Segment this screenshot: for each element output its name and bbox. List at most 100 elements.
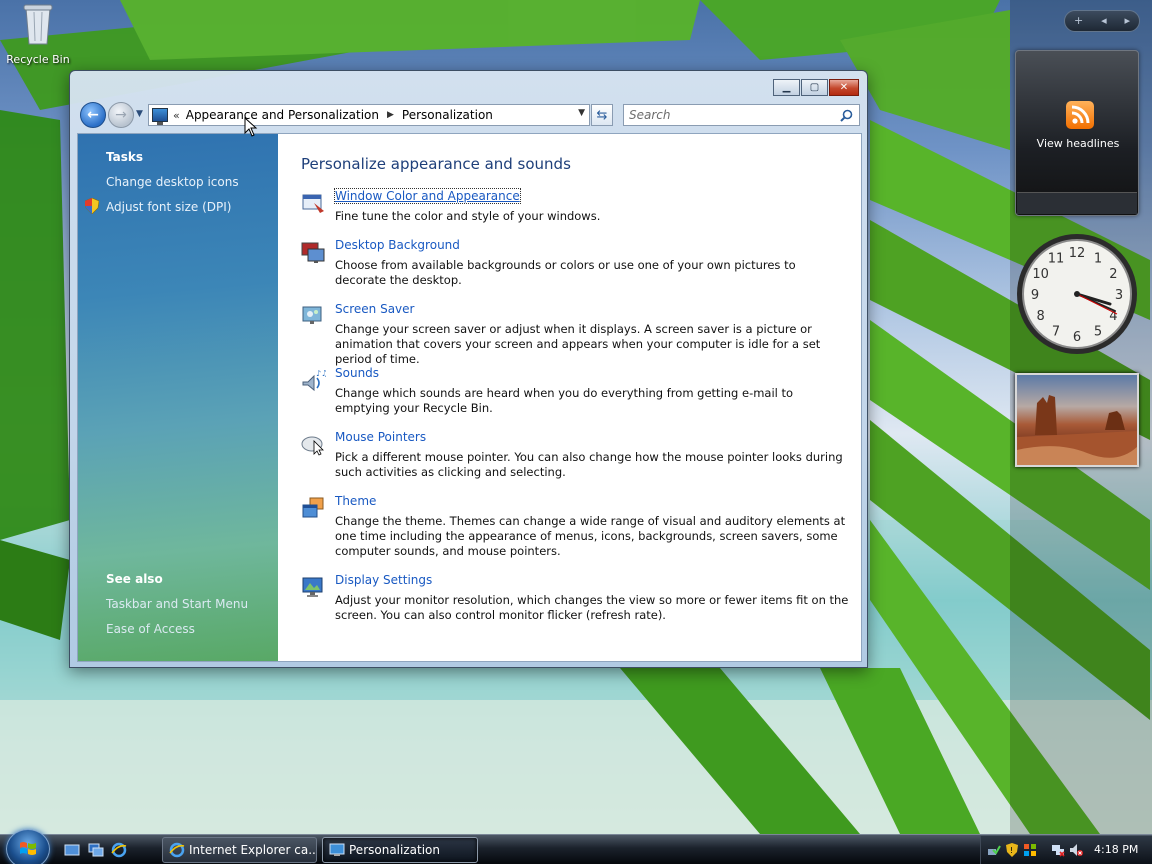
address-dropdown-icon[interactable]: ▼ — [578, 108, 585, 118]
uac-shield-icon — [85, 198, 99, 214]
task-change-desktop-icons[interactable]: Change desktop icons — [106, 175, 239, 189]
taskbar: Internet Explorer ca... Personalization … — [0, 829, 1152, 864]
mouse-cursor-icon — [244, 117, 258, 137]
desktop-background-link[interactable]: Desktop Background — [335, 238, 460, 252]
refresh-button[interactable]: ⇆ — [591, 104, 613, 126]
taskbar-button-personalization[interactable]: Personalization — [322, 837, 478, 863]
volume-muted-icon[interactable] — [1069, 843, 1083, 857]
feed-headlines-gadget[interactable]: View headlines — [1015, 50, 1139, 216]
forward-arrow-icon: → — [115, 107, 127, 123]
display-settings-link[interactable]: Display Settings — [335, 573, 432, 587]
task-pane: Tasks Change desktop icons Adjust font s… — [78, 134, 278, 661]
clock-numeral: 6 — [1073, 330, 1081, 345]
clock-numeral: 12 — [1069, 246, 1086, 261]
windows-defender-icon[interactable] — [1023, 843, 1037, 857]
maximize-button[interactable]: ▢ — [801, 79, 828, 96]
monument-valley-photo — [1017, 395, 1137, 465]
window-color-and-appearance-link[interactable]: Window Color and Appearance — [334, 188, 521, 204]
internet-explorer-quicklaunch-icon[interactable] — [111, 842, 127, 858]
taskbar-button-internet-explorer[interactable]: Internet Explorer ca... — [162, 837, 317, 863]
notification-area: ! 4:18 PM — [980, 836, 1152, 864]
recycle-bin-icon — [23, 4, 53, 45]
slideshow-gadget[interactable] — [1015, 373, 1139, 467]
svg-text:!: ! — [1010, 846, 1013, 855]
clock-numeral: 10 — [1032, 267, 1049, 282]
recent-pages-dropdown[interactable]: ▼ — [136, 109, 146, 119]
clock-numeral: 1 — [1094, 252, 1102, 267]
desktop-background-icon — [301, 242, 325, 263]
add-gadget-button[interactable]: + — [1074, 11, 1083, 31]
breadcrumb-appearance-and-personalization[interactable]: Appearance and Personalization — [186, 108, 379, 122]
page-title: Personalize appearance and sounds — [301, 155, 571, 173]
taskbar-button-label: Personalization — [349, 843, 440, 857]
minimize-button[interactable]: ▁ — [773, 79, 800, 96]
recycle-bin-desktop-icon[interactable]: Recycle Bin — [4, 2, 72, 66]
window-color-and-appearance-description: Fine tune the color and style of your wi… — [335, 209, 601, 223]
clock-numeral: 7 — [1052, 324, 1060, 339]
clock-numeral: 5 — [1094, 324, 1102, 339]
clock-numeral: 8 — [1036, 309, 1044, 324]
desktop-background-description: Choose from available backgrounds or col… — [335, 258, 796, 287]
screen-saver-description: Change your screen saver or adjust when … — [335, 322, 821, 366]
close-button[interactable]: ✕ — [829, 79, 859, 96]
gadget-next-button[interactable]: ▸ — [1125, 11, 1131, 31]
navigation-bar: ← → ▼ « Appearance and Personalization ▶… — [78, 101, 860, 128]
breadcrumb-separator-icon[interactable]: ▶ — [387, 110, 394, 120]
window-color-icon — [302, 194, 324, 213]
task-adjust-font-size[interactable]: Adjust font size (DPI) — [106, 200, 231, 214]
view-headlines-label: View headlines — [1036, 137, 1120, 150]
refresh-icon: ⇆ — [596, 107, 608, 123]
back-button[interactable]: ← — [80, 102, 106, 128]
search-input[interactable] — [629, 108, 829, 122]
network-disconnected-icon[interactable] — [1051, 843, 1065, 857]
main-pane: Personalize appearance and sounds Window… — [278, 134, 861, 661]
screen-saver-link[interactable]: Screen Saver — [335, 302, 414, 316]
back-arrow-icon: ← — [87, 107, 99, 123]
sounds-icon: ♪♫ — [302, 369, 326, 392]
mouse-pointers-link[interactable]: Mouse Pointers — [335, 430, 426, 444]
theme-link[interactable]: Theme — [335, 494, 376, 508]
caption-buttons: ▁ ▢ ✕ — [773, 79, 859, 96]
feed-gadget-footer — [1017, 192, 1137, 214]
mouse-pointers-description: Pick a different mouse pointer. You can … — [335, 450, 843, 479]
svg-text:♪♫: ♪♫ — [316, 369, 326, 378]
security-shield-icon[interactable]: ! — [1005, 843, 1019, 857]
content-area: Tasks Change desktop icons Adjust font s… — [77, 133, 862, 662]
sounds-link[interactable]: Sounds — [335, 366, 379, 380]
forward-button[interactable]: → — [108, 102, 134, 128]
display-settings-description: Adjust your monitor resolution, which ch… — [335, 593, 849, 622]
recycle-bin-label: Recycle Bin — [6, 53, 70, 66]
mouse-pointers-icon — [301, 436, 324, 456]
screen-saver-icon — [302, 306, 322, 324]
clock-numeral: 3 — [1115, 288, 1123, 303]
clock-gadget[interactable]: 12 1 2 3 4 5 6 7 8 9 10 11 — [1015, 232, 1139, 356]
search-box[interactable] — [623, 104, 860, 126]
taskbar-button-label: Internet Explorer ca... — [189, 843, 317, 857]
theme-description: Change the theme. Themes can change a wi… — [335, 514, 846, 558]
see-also-ease-of-access[interactable]: Ease of Access — [106, 622, 195, 636]
gadget-prev-button[interactable]: ◂ — [1101, 11, 1107, 31]
tasks-heading: Tasks — [106, 150, 144, 164]
breadcrumb-personalization[interactable]: Personalization — [402, 108, 493, 122]
start-button[interactable] — [6, 829, 50, 864]
clock-numeral: 9 — [1031, 288, 1039, 303]
display-settings-icon — [302, 577, 323, 597]
address-bar[interactable]: « Appearance and Personalization ▶ Perso… — [148, 104, 590, 126]
see-also-heading: See also — [106, 572, 163, 586]
taskbar-clock[interactable]: 4:18 PM — [1094, 843, 1138, 856]
clock-numeral: 11 — [1048, 252, 1065, 267]
breadcrumb-overflow-button[interactable]: « — [173, 109, 180, 122]
analog-clock-icon: 12 1234567891011 — [1017, 234, 1137, 354]
sounds-description: Change which sounds are heard when you d… — [335, 386, 794, 415]
personalization-window: ▁ ▢ ✕ ← → ▼ « Appearance and Personaliza… — [69, 70, 868, 668]
internet-explorer-icon — [169, 842, 185, 858]
switch-windows-icon[interactable] — [88, 842, 104, 858]
gadget-toolbar: + ◂ ▸ — [1064, 10, 1140, 32]
show-desktop-icon[interactable] — [64, 842, 80, 858]
theme-icon — [302, 497, 324, 518]
windows-logo-icon — [20, 842, 36, 855]
search-icon[interactable] — [840, 109, 853, 122]
see-also-taskbar-and-start-menu[interactable]: Taskbar and Start Menu — [106, 597, 248, 611]
rss-feed-icon — [1066, 101, 1094, 129]
network-check-icon[interactable] — [987, 843, 1001, 857]
